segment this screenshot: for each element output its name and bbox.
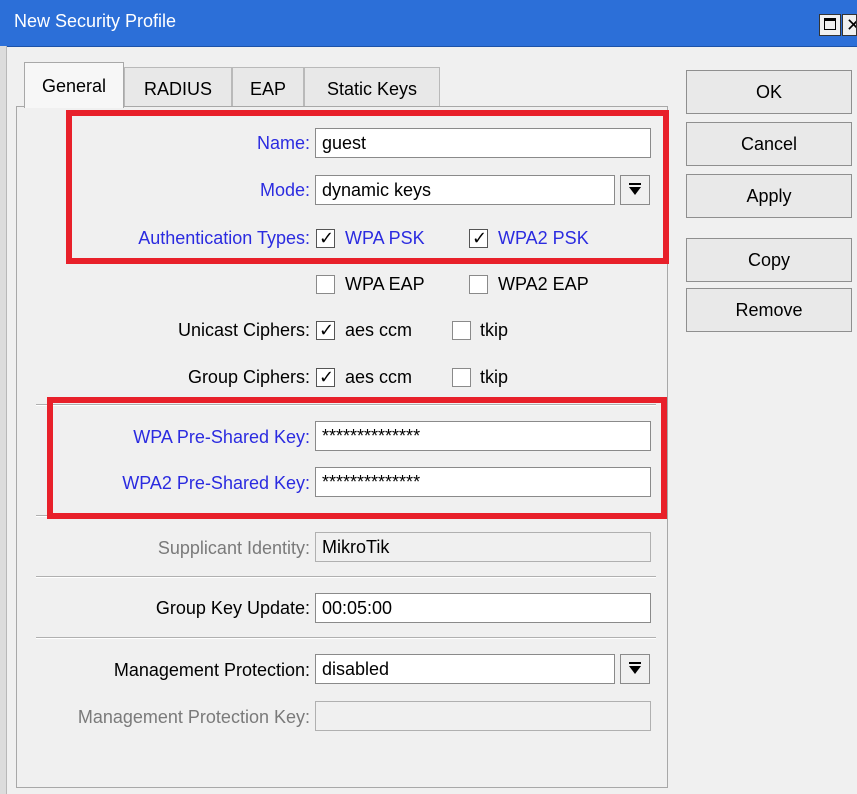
unicast-tkip-label: tkip — [480, 320, 509, 340]
security-profile-window: New Security Profile ✕ General RADIUS EA… — [0, 0, 857, 794]
group-key-update-label: Group Key Update: — [155, 598, 310, 618]
tab-static-keys[interactable]: Static Keys — [304, 67, 440, 107]
chevron-down-icon — [629, 666, 641, 674]
group-tkip-checkbox[interactable] — [452, 368, 471, 387]
close-button[interactable]: ✕ — [842, 14, 857, 36]
unicast-ciphers-label: Unicast Ciphers: — [177, 320, 310, 340]
wpa-eap-checkbox[interactable] — [316, 275, 335, 294]
checkmark-icon: ✓ — [319, 367, 335, 387]
maximize-icon — [824, 18, 836, 30]
group-ciphers-label: Group Ciphers: — [187, 367, 310, 387]
window-title: New Security Profile — [14, 11, 177, 31]
unicast-aes-ccm-checkbox[interactable]: ✓ — [316, 320, 335, 340]
apply-button[interactable]: Apply — [686, 174, 852, 218]
dropdown-bar-icon — [629, 662, 641, 664]
highlight-box-auth — [66, 110, 669, 264]
title-bar[interactable]: New Security Profile ✕ — [0, 0, 857, 47]
tab-eap[interactable]: EAP — [232, 67, 304, 107]
remove-button[interactable]: Remove — [686, 288, 852, 332]
tab-general[interactable]: General — [24, 62, 124, 108]
window-left-border — [0, 46, 7, 794]
supplicant-identity-label: Supplicant Identity: — [157, 538, 310, 558]
management-protection-select[interactable]: disabled — [315, 654, 615, 684]
supplicant-identity-field: MikroTik — [315, 532, 651, 562]
checkmark-icon: ✓ — [319, 320, 335, 340]
close-icon: ✕ — [846, 15, 856, 35]
group-aes-ccm-checkbox[interactable]: ✓ — [316, 367, 335, 387]
management-protection-key-field — [315, 701, 651, 731]
group-key-update-field[interactable]: 00:05:00 — [315, 593, 651, 623]
management-protection-key-label: Management Protection Key: — [77, 707, 310, 727]
highlight-box-psk — [47, 397, 667, 519]
separator — [36, 637, 656, 639]
tab-radius[interactable]: RADIUS — [124, 67, 232, 107]
unicast-tkip-checkbox[interactable] — [452, 321, 471, 340]
wpa2-eap-checkbox[interactable] — [469, 275, 488, 294]
group-aes-ccm-label: aes ccm — [345, 367, 413, 387]
maximize-button[interactable] — [819, 14, 841, 36]
group-tkip-label: tkip — [480, 367, 509, 387]
ok-button[interactable]: OK — [686, 70, 852, 114]
management-protection-label: Management Protection: — [113, 660, 310, 680]
copy-button[interactable]: Copy — [686, 238, 852, 282]
separator — [36, 576, 656, 578]
management-protection-dropdown-button[interactable] — [620, 654, 650, 684]
unicast-aes-ccm-label: aes ccm — [345, 320, 413, 340]
wpa-eap-label: WPA EAP — [345, 274, 425, 294]
wpa2-eap-label: WPA2 EAP — [498, 274, 589, 294]
cancel-button[interactable]: Cancel — [686, 122, 852, 166]
